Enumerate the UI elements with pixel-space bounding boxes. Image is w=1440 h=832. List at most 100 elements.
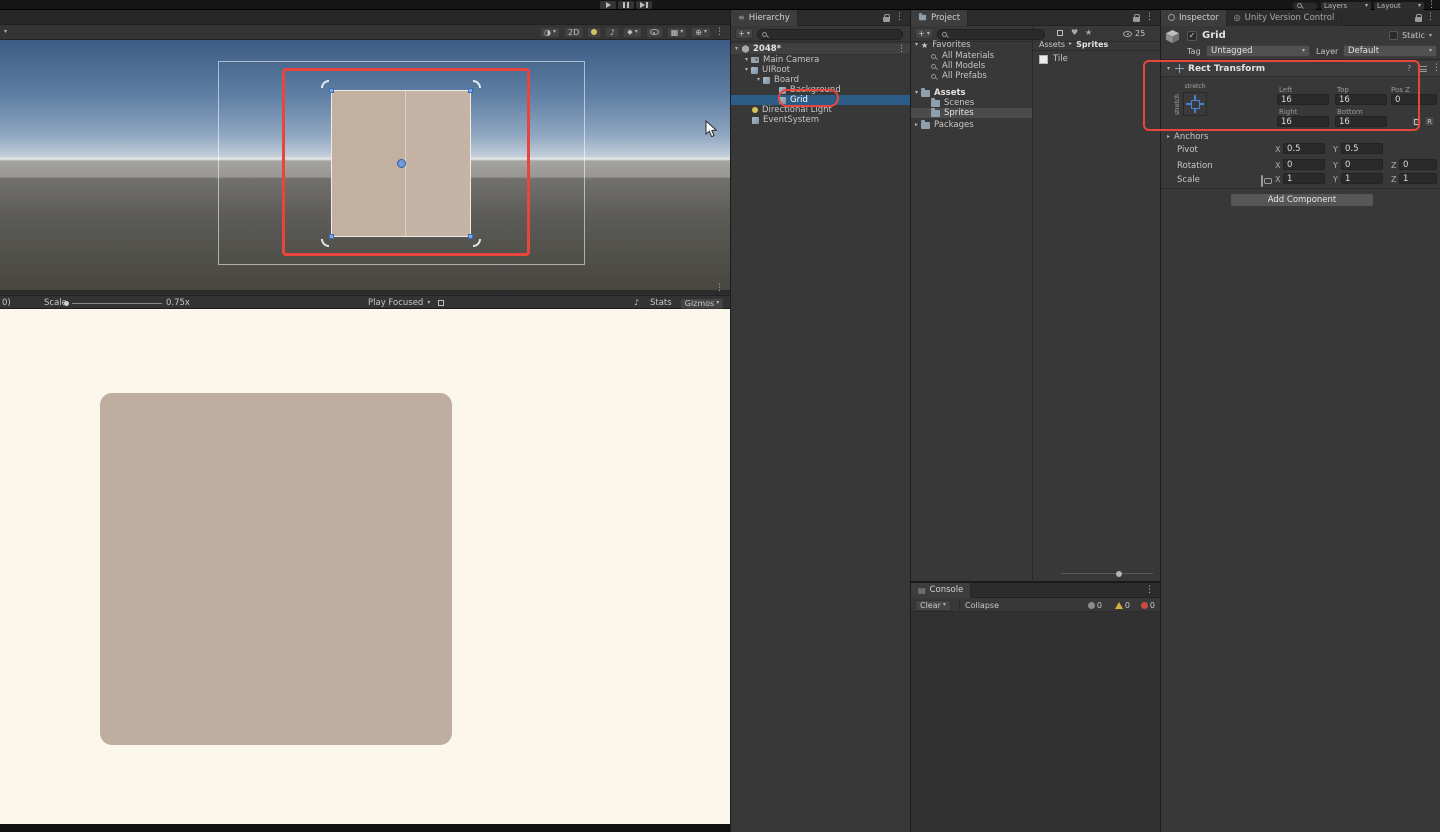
game-menu-kebab-icon[interactable]: ⋮: [715, 284, 724, 293]
layer-dropdown[interactable]: Default ▾: [1343, 45, 1437, 57]
active-checkbox[interactable]: ✓: [1187, 31, 1197, 41]
pivot-handle[interactable]: [396, 159, 406, 168]
hierarchy-item-eventsystem[interactable]: EventSystem: [731, 115, 911, 125]
tab-unity-version-control[interactable]: ◎ Unity Version Control: [1226, 9, 1343, 26]
add-component-button[interactable]: Add Component: [1230, 193, 1374, 207]
tool-dropdown-icon[interactable]: ▾: [4, 29, 7, 35]
warning-count[interactable]: 0: [1114, 601, 1130, 610]
toolbar-search-input[interactable]: [1292, 1, 1318, 10]
presets-icon[interactable]: [1419, 66, 1427, 72]
folder-scenes[interactable]: Scenes: [911, 97, 1032, 108]
game-viewport[interactable]: [0, 309, 730, 824]
corner-handle[interactable]: [329, 88, 334, 93]
gizmos-button[interactable]: Gizmos ▾: [680, 297, 724, 309]
hierarchy-item-directional-light[interactable]: Directional Light: [731, 105, 911, 115]
console-log-area[interactable]: [911, 612, 1161, 832]
static-checkbox[interactable]: [1389, 31, 1398, 40]
scene-row[interactable]: ▾ 2048* ⋮: [731, 44, 911, 55]
anchors-foldout[interactable]: ▸ Anchors: [1167, 132, 1208, 142]
scene-effects-dropdown[interactable]: ◆ ▾: [623, 26, 642, 38]
left-input[interactable]: 16: [1277, 94, 1329, 105]
raw-edit-mode-button[interactable]: R: [1424, 116, 1435, 127]
posz-input[interactable]: 0: [1391, 94, 1437, 105]
scene-audio-toggle[interactable]: ♪: [605, 26, 620, 38]
favorites-search-icon[interactable]: ♥: [1071, 28, 1078, 37]
kebab-menu-icon[interactable]: ⋮: [897, 44, 906, 54]
query-all-models[interactable]: All Models: [911, 61, 1032, 71]
foldout-icon[interactable]: ▾: [915, 42, 918, 48]
rect-transform-header[interactable]: ▾ Rect Transform ? ⋮: [1161, 61, 1440, 77]
hierarchy-item-grid[interactable]: Grid: [731, 95, 911, 105]
tab-hierarchy[interactable]: ≡ Hierarchy: [731, 9, 798, 26]
query-all-materials[interactable]: All Materials: [911, 51, 1032, 61]
play-button[interactable]: [600, 1, 616, 9]
scale-slider-knob[interactable]: [64, 300, 69, 306]
foldout-icon[interactable]: ▸: [915, 122, 918, 128]
rotation-z-input[interactable]: 0: [1399, 159, 1437, 170]
hierarchy-item-background[interactable]: Background: [731, 85, 911, 95]
gizmos-dropdown[interactable]: ⊕ ▾: [691, 26, 711, 38]
foldout-icon[interactable]: ▾: [735, 46, 738, 52]
scale-slider-track[interactable]: [72, 302, 162, 304]
folder-assets[interactable]: ▾ Assets: [911, 87, 1032, 98]
foldout-icon[interactable]: ▾: [915, 90, 918, 96]
rotation-x-input[interactable]: 0: [1283, 159, 1325, 170]
collapse-toggle[interactable]: Collapse: [965, 601, 999, 610]
step-button[interactable]: [636, 1, 652, 9]
favorites-row[interactable]: ▾ ★ Favorites: [911, 40, 1032, 50]
gameobject-name-field[interactable]: Grid: [1202, 30, 1226, 41]
layers-dropdown[interactable]: Layers ▾: [1321, 1, 1371, 10]
scene-lighting-toggle[interactable]: [587, 26, 602, 38]
tab-project[interactable]: Project: [911, 9, 969, 26]
search-by-type-icon[interactable]: [1057, 30, 1063, 36]
lock-icon[interactable]: [1133, 13, 1140, 22]
static-dropdown-icon[interactable]: ▾: [1429, 33, 1432, 39]
create-asset-button[interactable]: + ▾: [915, 28, 933, 39]
blueprint-mode-button[interactable]: [1411, 116, 1422, 127]
save-search-icon[interactable]: ★: [1085, 28, 1092, 37]
layout-dropdown[interactable]: Layout ▾: [1374, 1, 1424, 10]
2d-toggle-button[interactable]: 2D: [564, 26, 584, 38]
clear-button[interactable]: Clear ▾: [915, 599, 951, 611]
query-all-prefabs[interactable]: All Prefabs: [911, 71, 1032, 81]
lock-icon[interactable]: [1415, 13, 1422, 22]
kebab-menu-icon[interactable]: ⋮: [1426, 13, 1435, 22]
pivot-x-input[interactable]: 0.5: [1283, 143, 1325, 154]
info-count[interactable]: 0: [1087, 601, 1102, 610]
scale-x-input[interactable]: 1: [1283, 173, 1325, 184]
screenshot-icon[interactable]: [438, 300, 445, 306]
help-icon[interactable]: ?: [1407, 64, 1411, 73]
asset-item-tile[interactable]: Tile: [1033, 53, 1161, 65]
hierarchy-item-main-camera[interactable]: ▾ Main Camera: [731, 55, 911, 65]
scale-z-input[interactable]: 1: [1399, 173, 1437, 184]
focus-mode-dropdown[interactable]: Play Focused ▾: [368, 298, 445, 308]
corner-handle[interactable]: [468, 88, 473, 93]
kebab-menu-icon[interactable]: ⋮: [1432, 64, 1440, 73]
tab-console[interactable]: ▤ Console: [911, 582, 972, 598]
scene-board-object[interactable]: [321, 80, 481, 247]
anchor-preset-button[interactable]: [1183, 92, 1207, 116]
project-splitter[interactable]: [1032, 26, 1033, 582]
stats-button[interactable]: Stats: [650, 298, 672, 308]
hidden-objects-toggle[interactable]: [645, 26, 663, 38]
corner-handle[interactable]: [329, 234, 334, 239]
bottom-input[interactable]: 16: [1335, 116, 1387, 127]
draw-mode-dropdown[interactable]: ◑ ▾: [540, 26, 561, 38]
kebab-menu-icon[interactable]: ⋮: [1145, 585, 1154, 595]
link-scale-icon[interactable]: [1261, 175, 1263, 187]
pivot-y-input[interactable]: 0.5: [1341, 143, 1383, 154]
project-search-input[interactable]: [937, 28, 1045, 40]
scale-y-input[interactable]: 1: [1341, 173, 1383, 184]
kebab-menu-icon[interactable]: ⋮: [895, 13, 904, 22]
scene-menu-kebab-icon[interactable]: ⋮: [715, 27, 724, 37]
kebab-menu-icon[interactable]: ⋮: [1427, 1, 1436, 10]
rotation-y-input[interactable]: 0: [1341, 159, 1383, 170]
create-object-button[interactable]: + ▾: [735, 28, 753, 39]
scene-viewport[interactable]: [0, 40, 730, 290]
foldout-icon[interactable]: ▾: [757, 77, 760, 83]
hierarchy-item-uiroot[interactable]: ▾ UIRoot: [731, 65, 911, 75]
folder-sprites[interactable]: Sprites: [911, 107, 1032, 118]
mute-audio-icon[interactable]: ♪: [634, 298, 639, 307]
grid-visibility-dropdown[interactable]: ▦ ▾: [666, 26, 688, 38]
folder-packages[interactable]: ▸ Packages: [911, 119, 1032, 130]
